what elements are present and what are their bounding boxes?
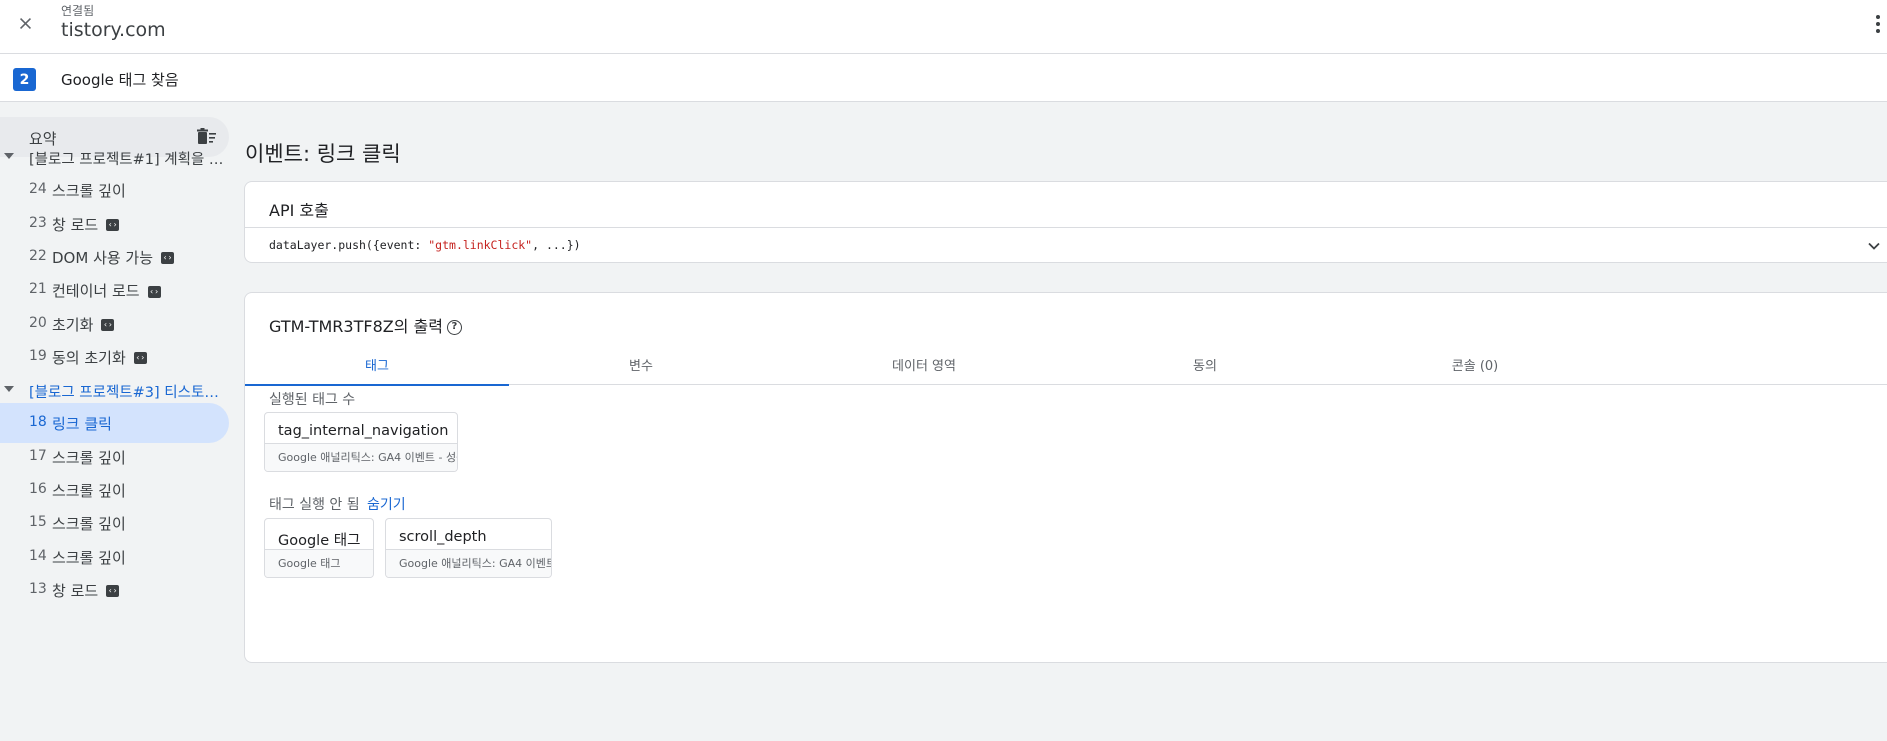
api-call-header: API 호출 [245, 182, 1887, 228]
caret-down-icon [4, 153, 14, 159]
event-number: 18 [29, 414, 47, 431]
event-name: 초기화 ‹› [52, 314, 115, 335]
event-name-text: 창 로드 [52, 215, 99, 234]
api-call-title: API 호출 [269, 201, 329, 220]
chevron-down-icon[interactable] [1867, 239, 1881, 253]
code-icon: ‹› [101, 319, 115, 331]
output-tab-4[interactable]: 동의 [1075, 343, 1335, 385]
sidebar-event-item[interactable]: 13 창 로드 ‹› [0, 570, 229, 610]
event-name: 창 로드 ‹› [52, 214, 120, 235]
event-name-text: 스크롤 깊이 [52, 548, 126, 567]
event-number: 13 [29, 580, 47, 597]
tag-type: Google 태그 [265, 549, 373, 577]
top-bar: 연결됨 tistory.com [0, 0, 1887, 54]
tag-card[interactable]: scroll_depth Google 애널리틱스: GA4 이벤트 [385, 518, 552, 578]
event-name: 스크롤 깊이 [52, 513, 126, 534]
event-number: 23 [29, 214, 47, 231]
main-panel: 이벤트: 링크 클릭 API 호출 dataLayer.push({event:… [236, 102, 1887, 741]
tag-type: Google 애널리틱스: GA4 이벤트 - 성공 [265, 443, 457, 471]
event-name-text: 창 로드 [52, 581, 99, 600]
help-icon[interactable]: ? [446, 320, 462, 335]
caret-down-icon [4, 386, 14, 393]
output-tab-1[interactable]: 태그 [245, 343, 509, 386]
event-number: 19 [29, 347, 47, 364]
event-name: 링크 클릭 [52, 413, 112, 434]
sidebar-group-label: [블로그 프로젝트#1] 계획을 짜... [29, 152, 225, 168]
tag-card[interactable]: Google 태그 Google 태그 [264, 518, 374, 578]
event-name-text: 스크롤 깊이 [52, 182, 126, 201]
event-name: 컨테이너 로드 ‹› [52, 280, 161, 301]
event-name: 스크롤 깊이 [52, 547, 126, 568]
tag-count-badge[interactable]: 2 [13, 68, 36, 91]
output-tab-2[interactable]: 변수 [509, 343, 773, 385]
event-number: 17 [29, 447, 47, 464]
event-sidebar: 요약 [블로그 프로젝트#1] 계획을 짜... 24 스크롤 깊이 23 창 로드 ‹›… [0, 102, 236, 741]
tag-name: scroll_depth [399, 529, 487, 545]
tag-found-bar: 2 Google 태그 찾음 [0, 54, 1887, 102]
code-icon: ‹› [106, 585, 120, 598]
event-name-text: 스크롤 깊이 [52, 482, 126, 500]
hide-link[interactable]: 숨기기 [367, 494, 406, 514]
output-tab-5[interactable]: 콘솔 (0) [1335, 343, 1615, 385]
connection-status: 연결됨 [61, 4, 95, 18]
output-tab-3[interactable]: 데이터 영역 [773, 343, 1075, 385]
code-icon: ‹› [133, 352, 147, 365]
event-number: 14 [29, 547, 47, 564]
event-name-text: 링크 클릭 [52, 415, 112, 434]
event-number: 16 [29, 481, 47, 497]
event-name: DOM 사용 가능 ‹› [52, 247, 175, 268]
code-event-string: "gtm.linkClick" [428, 238, 533, 252]
event-name: 스크롤 깊이 [52, 480, 126, 501]
event-name-text: 초기화 [52, 315, 94, 334]
code-prefix: dataLayer.push({event: [269, 238, 429, 252]
code-icon: ‹› [161, 252, 175, 265]
event-name: 스크롤 깊이 [52, 180, 126, 201]
api-call-card: API 호출 dataLayer.push({event: "gtm.linkC… [244, 181, 1887, 263]
tag-name: Google 태그 [278, 533, 361, 549]
page-title: 이벤트: 링크 클릭 [245, 142, 401, 166]
event-name-text: DOM 사용 가능 [52, 248, 154, 267]
tag-card[interactable]: tag_internal_navigation Google 애널리틱스: GA4… [264, 412, 458, 472]
code-suffix: , ...}) [532, 238, 581, 252]
tag-type: Google 애널리틱스: GA4 이벤트 [386, 549, 551, 577]
event-name-text: 스크롤 깊이 [52, 515, 126, 534]
event-name: 창 로드 ‹› [52, 580, 120, 601]
event-number: 20 [29, 314, 47, 331]
output-card: GTM-TMR3TF8Z의 출력? 태그 변수 데이터 영역 동의 콘솔 (0) 실행된… [244, 292, 1887, 663]
sidebar-group-label: [블로그 프로젝트#3] 티스토리... [29, 385, 225, 402]
output-title: GTM-TMR3TF8Z의 출력? [269, 313, 462, 337]
more-vert-icon[interactable] [1871, 12, 1885, 36]
event-number: 24 [29, 181, 47, 198]
event-name-text: 스크롤 깊이 [52, 448, 126, 467]
tag-found-label[interactable]: Google 태그 찾음 [61, 69, 179, 90]
event-number: 15 [29, 514, 47, 531]
event-name: 스크롤 깊이 [52, 447, 126, 468]
connected-domain: tistory.com [61, 19, 166, 41]
tag-name: tag_internal_navigation [278, 423, 449, 439]
code-icon: ‹› [147, 285, 161, 298]
api-call-code[interactable]: dataLayer.push({event: "gtm.linkClick", … [269, 238, 581, 252]
event-name-text: 컨테이너 로드 [52, 282, 140, 301]
output-title-text: GTM-TMR3TF8Z의 출력 [269, 317, 443, 336]
event-number: 21 [29, 281, 47, 298]
close-icon[interactable] [12, 10, 38, 36]
event-name-text: 동의 초기화 [52, 348, 126, 367]
event-number: 22 [29, 247, 47, 264]
output-tabs: 태그 변수 데이터 영역 동의 콘솔 (0) [245, 343, 1887, 386]
event-name: 동의 초기화 ‹› [52, 347, 147, 368]
code-icon: ‹› [106, 219, 120, 232]
fired-tags-label: 실행된 태그 수 [269, 392, 356, 408]
not-fired-tags-label: 태그 실행 안 됨 [269, 497, 360, 513]
